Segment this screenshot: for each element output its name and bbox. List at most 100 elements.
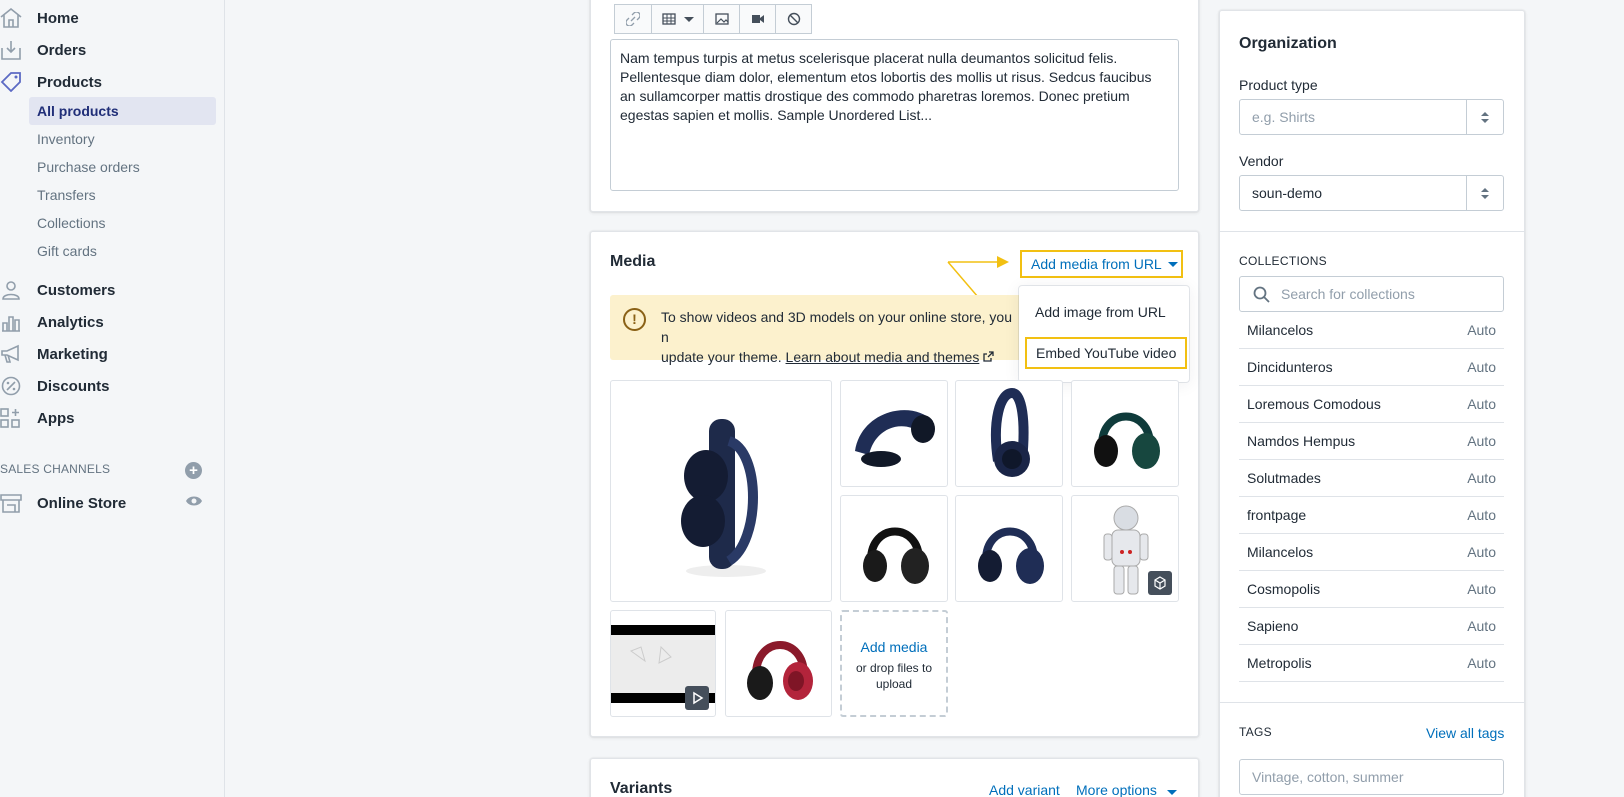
image-icon [714, 13, 729, 25]
nav-orders[interactable]: Orders [0, 37, 224, 63]
marketing-icon [1, 344, 19, 363]
add-media-link[interactable]: Add media [842, 639, 946, 655]
add-variant-link[interactable]: Add variant [989, 782, 1060, 797]
collection-mode: Auto [1467, 544, 1496, 560]
sidebar-item-all-products[interactable]: All products [29, 97, 216, 125]
nav-apps[interactable]: Apps [0, 405, 224, 431]
tags-input[interactable]: Vintage, cotton, summer [1239, 759, 1504, 795]
add-sales-channel-button[interactable]: + [185, 462, 202, 479]
add-media-dropzone[interactable]: Add media or drop files to upload [840, 610, 948, 717]
collection-row[interactable]: Cosmopolis Auto [1239, 571, 1504, 608]
nav-discounts[interactable]: Discounts [0, 373, 224, 399]
media-thumbnail[interactable] [840, 380, 948, 487]
organization-title: Organization [1239, 35, 1337, 52]
product-type-select[interactable]: e.g. Shirts [1239, 99, 1504, 135]
sidebar-item-purchase-orders[interactable]: Purchase orders [29, 153, 216, 181]
collection-row[interactable]: Solutmades Auto [1239, 460, 1504, 497]
sales-channels-heading: SALES CHANNELS [0, 462, 111, 476]
collection-name: Metropolis [1247, 655, 1312, 671]
nav-orders-label: Orders [37, 41, 87, 59]
collection-mode: Auto [1467, 359, 1496, 375]
add-image-from-url-option[interactable]: Add image from URL [1035, 304, 1166, 320]
media-title: Media [610, 253, 656, 270]
collection-name: Milancelos [1247, 544, 1314, 560]
headphones-image [863, 527, 929, 584]
vendor-value: soun-demo [1252, 185, 1323, 201]
media-thumbnail[interactable] [955, 380, 1063, 487]
tags-placeholder: Vintage, cotton, summer [1252, 769, 1404, 785]
banner-text-line1: To show videos and 3D models on your onl… [661, 309, 1012, 345]
media-thumbnail-3d[interactable] [1071, 495, 1179, 602]
media-thumbnail[interactable] [955, 495, 1063, 602]
nav-discounts-label: Discounts [37, 377, 110, 395]
collections-search-input[interactable]: Search for collections [1239, 276, 1504, 312]
media-thumbnail[interactable] [1071, 380, 1179, 487]
table-button[interactable] [651, 4, 704, 34]
collection-row[interactable]: Namdos Hempus Auto [1239, 423, 1504, 460]
collection-row[interactable]: Sapieno Auto [1239, 608, 1504, 645]
collection-mode: Auto [1467, 396, 1496, 412]
banner-text-line2: update your theme. [661, 349, 782, 365]
collection-row[interactable]: frontpage Auto [1239, 497, 1504, 534]
nav-products[interactable]: Products [0, 69, 224, 95]
video-button[interactable] [739, 4, 776, 34]
more-options-label: More options [1076, 782, 1157, 797]
video-camera-icon [751, 15, 764, 23]
media-thumbnail[interactable] [840, 495, 948, 602]
link-icon [626, 12, 640, 26]
collection-mode: Auto [1467, 618, 1496, 634]
select-arrows-icon [1466, 100, 1503, 134]
description-editor[interactable]: Nam tempus turpis at metus scelerisque p… [610, 39, 1179, 191]
tags-heading: TAGS [1239, 725, 1272, 739]
collections-search-placeholder: Search for collections [1281, 286, 1415, 302]
image-button[interactable] [703, 4, 740, 34]
collection-mode: Auto [1467, 470, 1496, 486]
warning-icon: ! [623, 308, 646, 331]
collection-row[interactable]: Loremous Comodous Auto [1239, 386, 1504, 423]
nav-marketing[interactable]: Marketing [0, 341, 224, 367]
chevron-down-icon [683, 16, 694, 22]
nav-home[interactable]: Home [0, 5, 224, 31]
discounts-icon [1, 376, 21, 396]
nav-marketing-label: Marketing [37, 345, 108, 363]
nav-customers[interactable]: Customers [0, 277, 224, 303]
sidebar-item-collections[interactable]: Collections [29, 209, 216, 237]
collection-row[interactable]: Milancelos Auto [1239, 534, 1504, 571]
collection-mode: Auto [1467, 433, 1496, 449]
link-button[interactable] [614, 4, 652, 34]
clear-format-button[interactable] [775, 4, 812, 34]
collection-name: Dincidunteros [1247, 359, 1333, 375]
learn-media-link[interactable]: Learn about media and themes [786, 349, 980, 365]
collection-row[interactable]: Metropolis Auto [1239, 645, 1504, 682]
headphones-image [855, 410, 935, 467]
external-link-icon [983, 351, 994, 362]
collection-row[interactable]: Milancelos Auto [1239, 312, 1504, 349]
media-thumbnail-video[interactable] [610, 610, 716, 717]
eye-icon[interactable] [185, 495, 203, 507]
drop-files-hint: or drop files to upload [855, 661, 933, 691]
nav-products-label: Products [37, 73, 103, 91]
collection-name: Sapieno [1247, 618, 1299, 634]
home-icon [0, 8, 22, 28]
media-thumbnail[interactable] [725, 610, 832, 717]
collection-row[interactable]: Dincidunteros Auto [1239, 349, 1504, 386]
media-thumbnail[interactable] [610, 380, 832, 602]
sidebar: Home Orders Products All products Invent… [0, 0, 225, 797]
more-options-link[interactable]: More options [1076, 782, 1177, 797]
sidebar-item-gift-cards[interactable]: Gift cards [29, 237, 216, 265]
headphones-image [1094, 412, 1160, 469]
vendor-select[interactable]: soun-demo [1239, 175, 1504, 211]
view-all-tags-link[interactable]: View all tags [1426, 725, 1504, 741]
nav-online-store-label: Online Store [37, 494, 127, 512]
embed-youtube-video-option[interactable]: Embed YouTube video [1025, 337, 1188, 369]
headphones-image [681, 419, 766, 577]
3d-model-icon [1148, 571, 1172, 595]
add-media-dropdown: Add image from URL Embed YouTube video [1019, 286, 1189, 382]
collection-name: frontpage [1247, 507, 1307, 523]
nav-analytics[interactable]: Analytics [0, 309, 224, 335]
sidebar-item-transfers[interactable]: Transfers [29, 181, 216, 209]
collection-name: Loremous Comodous [1247, 396, 1381, 412]
tag-icon [0, 72, 21, 92]
sidebar-item-inventory[interactable]: Inventory [29, 125, 216, 153]
collection-name: Milancelos [1247, 322, 1314, 338]
